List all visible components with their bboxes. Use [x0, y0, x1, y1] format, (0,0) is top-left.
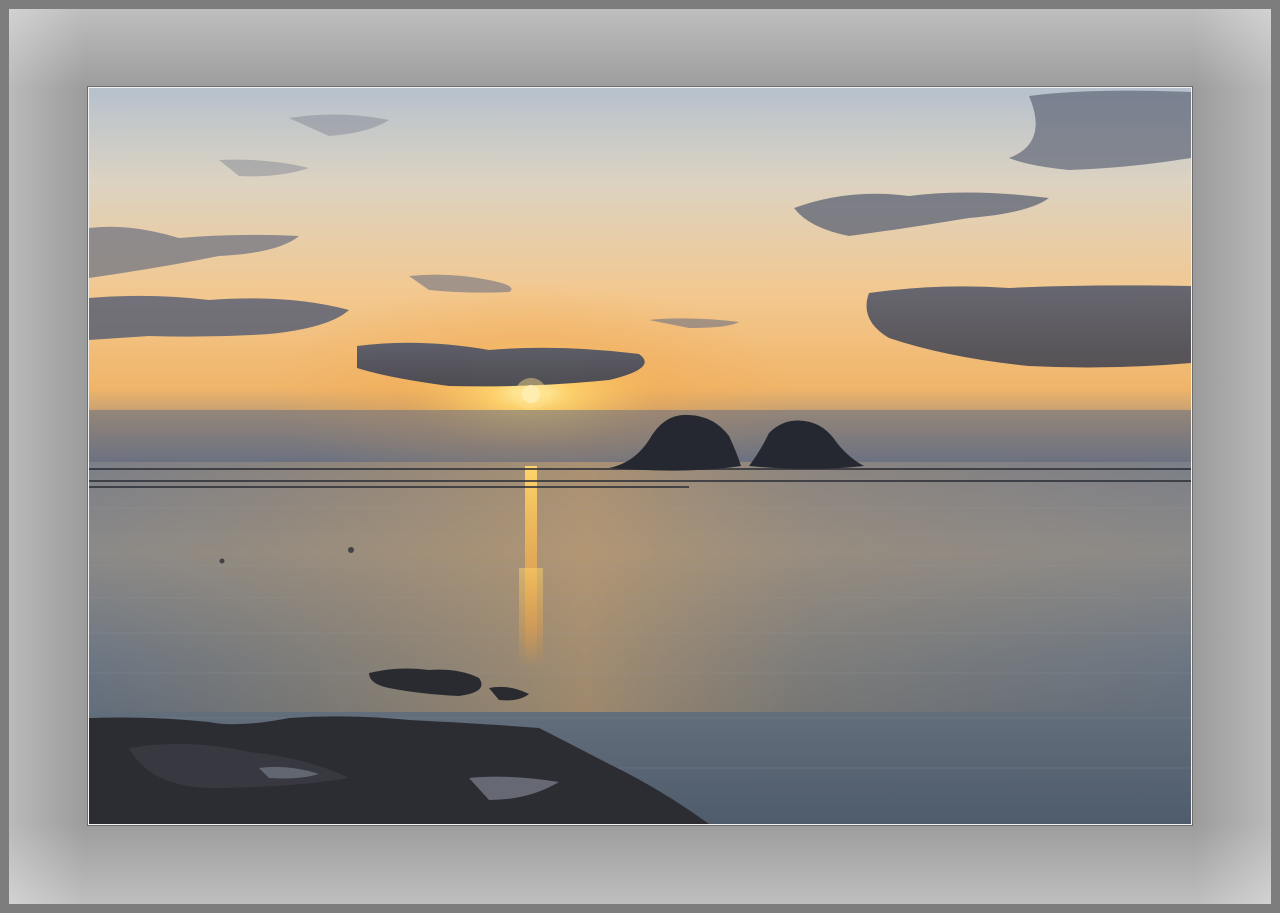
sunset-scene — [89, 88, 1191, 824]
photo — [88, 87, 1192, 825]
